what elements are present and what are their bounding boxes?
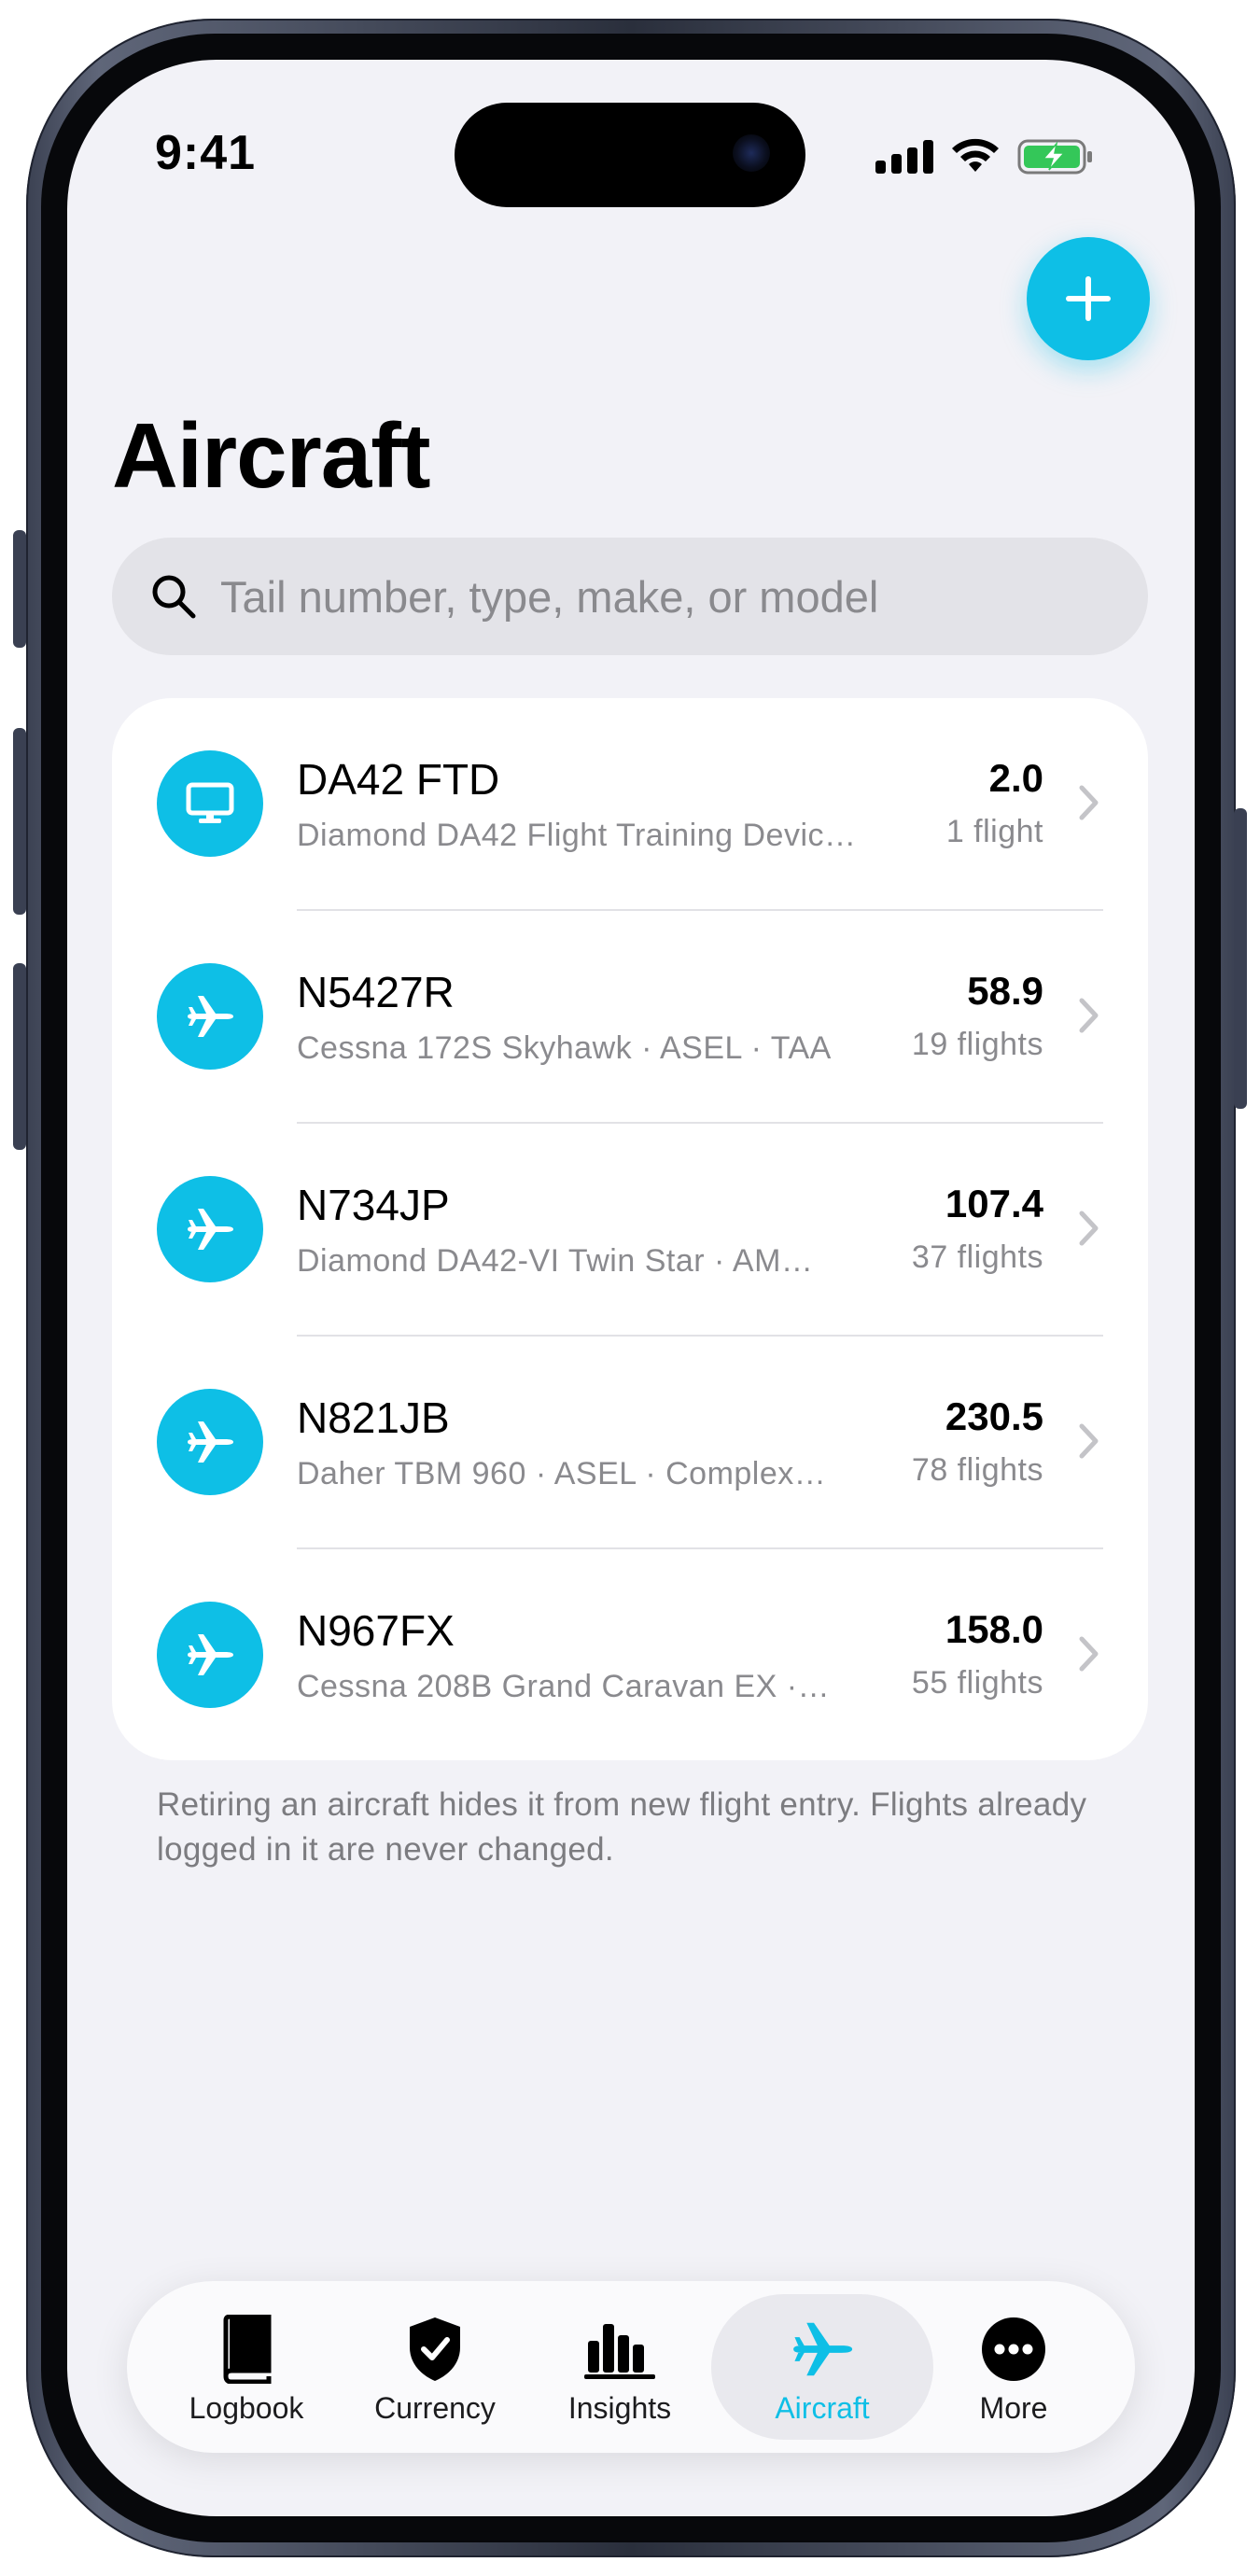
airplane-icon: [188, 1209, 233, 1250]
aircraft-description: Diamond DA42-VI Twin Star · AM…: [297, 1243, 814, 1279]
aircraft-tail-number: N5427R: [297, 968, 455, 1016]
volume-up-button: [13, 728, 26, 915]
chevron-right-icon: [1079, 998, 1099, 1033]
aircraft-flight-count: 78 flights: [911, 1452, 1043, 1488]
monitor-icon: [186, 782, 234, 823]
camera-icon: [733, 134, 770, 172]
search-bar[interactable]: Tail number, type, make, or model: [112, 538, 1148, 655]
chevron-right-icon: [1079, 1423, 1099, 1459]
tab-more[interactable]: More: [920, 2281, 1107, 2453]
tab-bar: Logbook Currency Insights Aircraft More: [127, 2281, 1135, 2453]
tab-label: Aircraft: [775, 2391, 870, 2425]
aircraft-flight-count: 37 flights: [911, 1239, 1043, 1275]
search-icon: [152, 575, 196, 619]
wifi-icon: [952, 138, 999, 172]
aircraft-hours: 158.0: [945, 1607, 1043, 1651]
aircraft-description: Daher TBM 960 · ASEL · Complex…: [297, 1456, 827, 1491]
status-time: 9:41: [155, 126, 257, 180]
tab-label: Logbook: [189, 2391, 304, 2425]
aircraft-avatar: [157, 1602, 263, 1708]
aircraft-avatar: [157, 963, 263, 1070]
aircraft-tail-number: N821JB: [297, 1393, 450, 1442]
airplane-icon: [188, 996, 233, 1037]
aircraft-description: Cessna 208B Grand Caravan EX ·…: [297, 1669, 831, 1704]
chevron-right-icon: [1079, 1636, 1099, 1672]
chevron-right-icon: [1079, 785, 1099, 820]
aircraft-hours: 58.9: [967, 969, 1043, 1013]
action-button: [13, 530, 26, 648]
airplane-icon: [793, 2322, 853, 2376]
shield-check-icon: [410, 2317, 460, 2381]
tab-logbook[interactable]: Logbook: [153, 2281, 340, 2453]
side-button: [1234, 808, 1247, 1109]
volume-down-button: [13, 963, 26, 1150]
airplane-icon: [188, 1421, 233, 1463]
aircraft-tail-number: N734JP: [297, 1181, 450, 1229]
aircraft-row-n5427r[interactable]: N5427R Cessna 172S Skyhawk · ASEL · TAA …: [112, 911, 1148, 1124]
chevron-right-icon: [1079, 1211, 1099, 1246]
airplane-icon: [188, 1634, 233, 1675]
search-input[interactable]: Tail number, type, make, or model: [220, 571, 878, 623]
aircraft-flight-count: 55 flights: [911, 1665, 1043, 1701]
aircraft-description: Cessna 172S Skyhawk · ASEL · TAA: [297, 1030, 832, 1066]
book-icon: [223, 2315, 272, 2384]
page-title: Aircraft: [112, 404, 431, 507]
aircraft-row-n967fx[interactable]: N967FX Cessna 208B Grand Caravan EX ·… 1…: [112, 1549, 1148, 1762]
tab-label: Currency: [374, 2391, 496, 2425]
aircraft-row-n821jb[interactable]: N821JB Daher TBM 960 · ASEL · Complex… 2…: [112, 1337, 1148, 1549]
aircraft-avatar: [157, 1389, 263, 1495]
aircraft-row-n734jp[interactable]: N734JP Diamond DA42-VI Twin Star · AM… 1…: [112, 1124, 1148, 1337]
bar-chart-icon: [584, 2324, 655, 2379]
battery-charging-icon: [1017, 139, 1092, 175]
plus-icon: [1066, 276, 1111, 321]
tab-label: More: [979, 2391, 1048, 2425]
aircraft-avatar: [157, 750, 263, 857]
tab-currency[interactable]: Currency: [342, 2281, 528, 2453]
aircraft-tail-number: N967FX: [297, 1606, 455, 1655]
retire-footer-note: Retiring an aircraft hides it from new f…: [157, 1786, 1087, 1868]
aircraft-list: DA42 FTD Diamond DA42 Flight Training De…: [112, 698, 1148, 1760]
aircraft-hours: 2.0: [988, 756, 1043, 800]
tab-aircraft[interactable]: Aircraft: [729, 2281, 916, 2453]
cellular-signal-icon: [875, 140, 935, 174]
tab-label: Insights: [567, 2391, 672, 2425]
aircraft-flight-count: 1 flight: [945, 814, 1043, 849]
add-aircraft-button[interactable]: [1027, 237, 1150, 360]
aircraft-tail-number: DA42 FTD: [297, 755, 500, 804]
aircraft-flight-count: 19 flights: [911, 1027, 1043, 1062]
aircraft-description: Diamond DA42 Flight Training Devic…: [297, 818, 857, 853]
aircraft-hours: 230.5: [945, 1394, 1043, 1438]
tab-insights[interactable]: Insights: [526, 2281, 713, 2453]
page: 9:41 Aircraft Tail number, type, make, o…: [0, 0, 1260, 2576]
aircraft-avatar: [157, 1176, 263, 1282]
aircraft-row-da42-ftd[interactable]: DA42 FTD Diamond DA42 Flight Training De…: [112, 698, 1148, 911]
aircraft-hours: 107.4: [945, 1182, 1043, 1225]
ellipsis-circle-icon: [982, 2317, 1045, 2381]
